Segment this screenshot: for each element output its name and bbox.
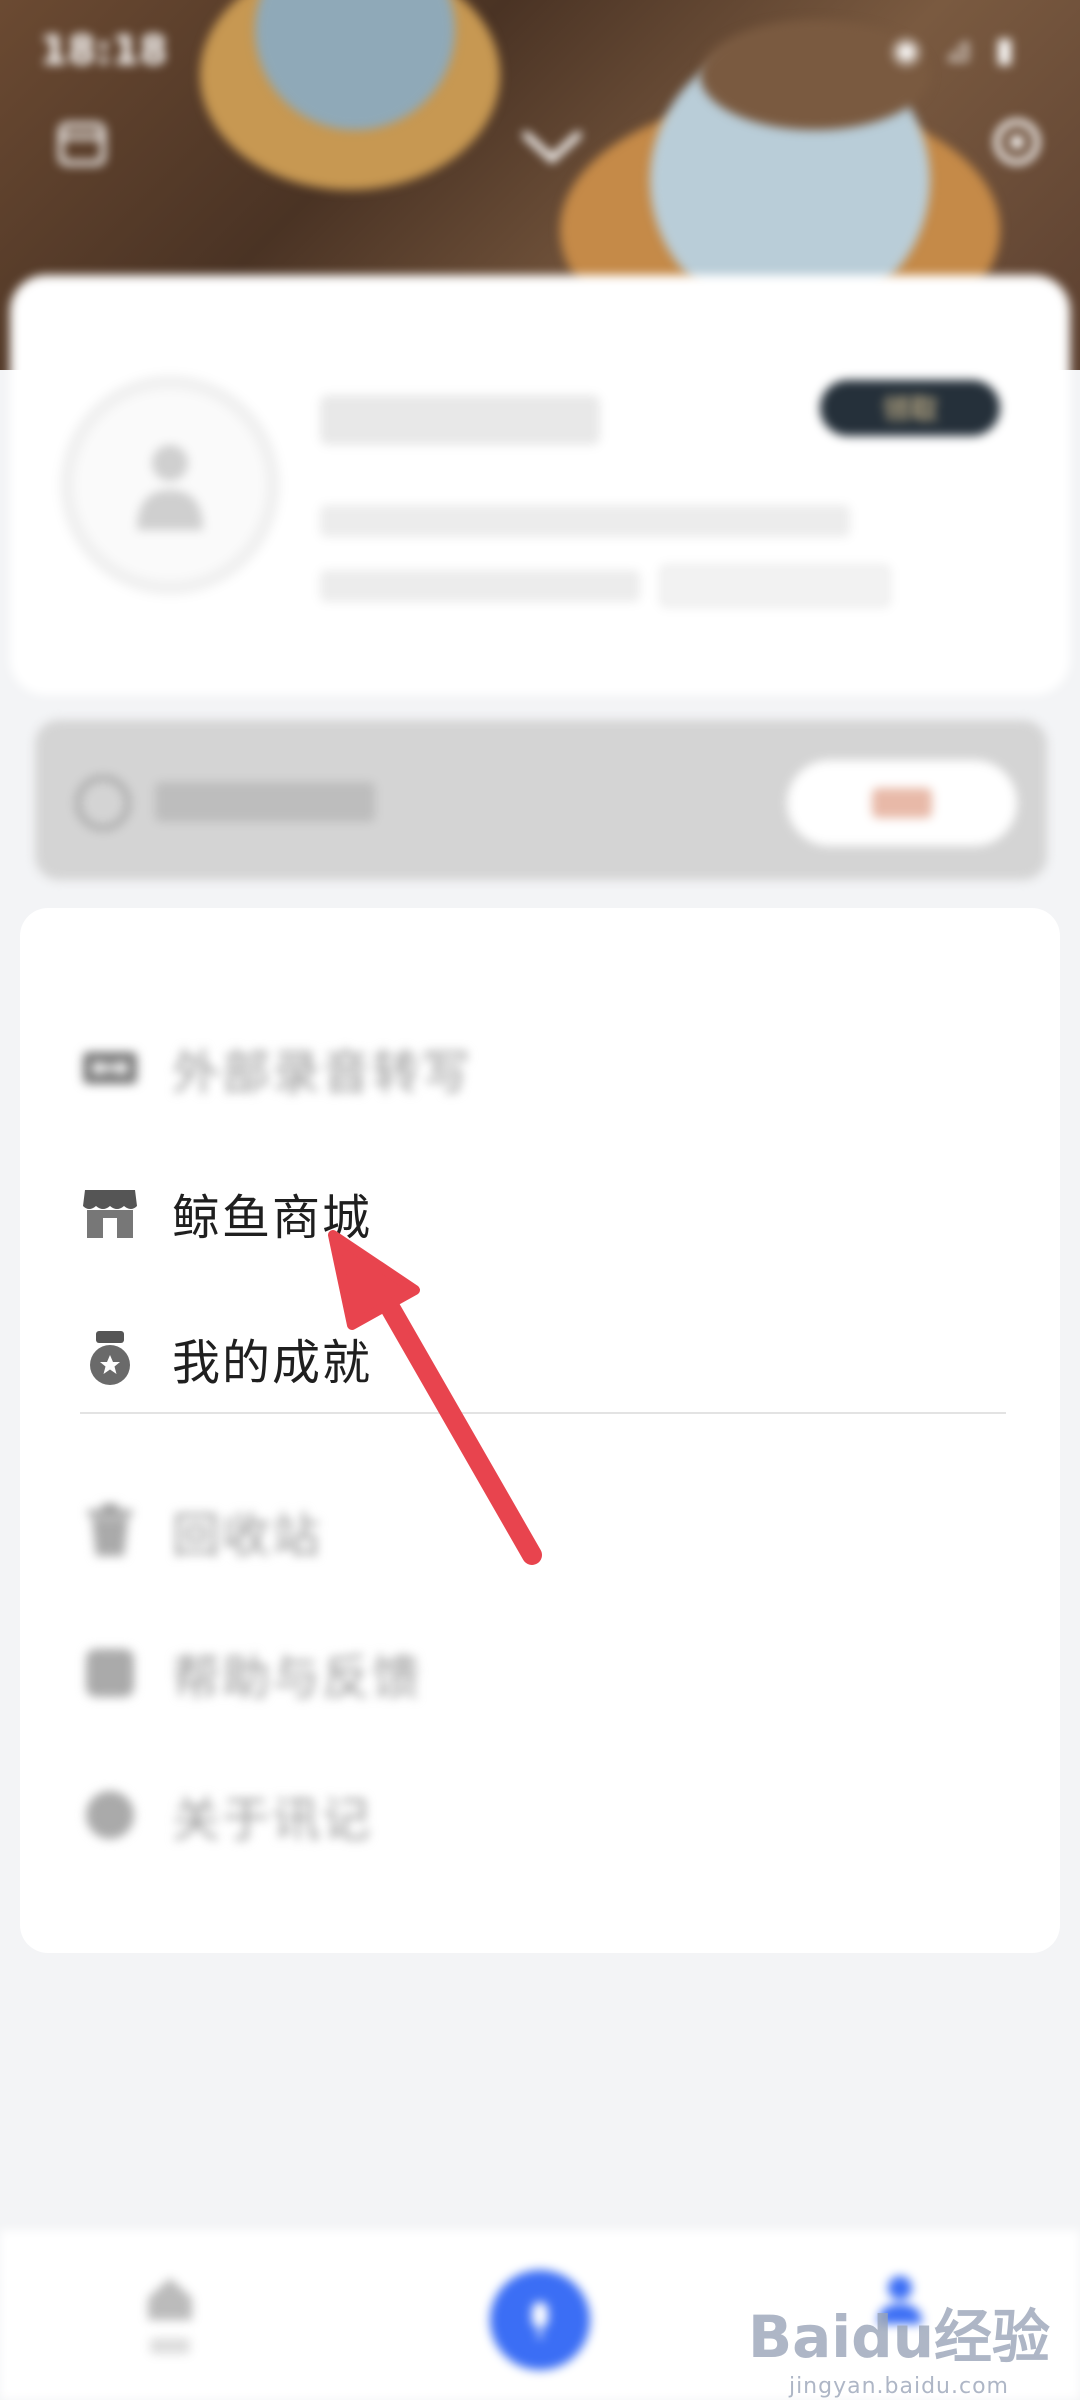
menu-item-help-feedback[interactable]: 帮助与反馈 <box>80 1628 980 1718</box>
info-icon <box>80 1785 140 1845</box>
trash-icon <box>80 1501 140 1561</box>
username-placeholder <box>320 395 600 445</box>
calendar-icon[interactable] <box>50 110 114 174</box>
watermark-url: jingyan.baidu.com <box>788 2374 1009 2399</box>
menu-item-external-transcribe[interactable]: 外部录音转写 <box>80 1023 980 1113</box>
menu-item-label: 我的成就 <box>172 1335 373 1391</box>
profile-stats-line <box>320 570 640 602</box>
vip-button[interactable]: 领取 <box>820 380 1000 436</box>
banner-action-button[interactable] <box>787 760 1017 846</box>
menu-item-label: 外部录音转写 <box>172 1045 473 1101</box>
menu-card: 外部录音转写 鲸鱼商城 我的成就 回收站 帮助与反馈 关于讯记 <box>20 908 1060 1953</box>
menu-item-label: 关于讯记 <box>172 1792 373 1848</box>
menu-item-recycle-bin[interactable]: 回收站 <box>80 1486 980 1576</box>
baidu-watermark: Baidu经验 jingyan.baidu.com <box>748 2290 1050 2399</box>
menu-item-achievements[interactable]: 我的成就 <box>80 1313 980 1403</box>
cassette-icon <box>80 1038 140 1098</box>
menu-item-whale-store[interactable]: 鲸鱼商城 <box>80 1168 980 1258</box>
chevron-down-icon[interactable] <box>520 115 584 179</box>
refresh-icon <box>75 775 131 831</box>
store-icon <box>80 1183 140 1243</box>
profile-info-line <box>320 505 850 537</box>
menu-item-label: 帮助与反馈 <box>172 1650 423 1706</box>
banner-text <box>155 782 375 822</box>
help-icon <box>80 1643 140 1703</box>
menu-item-label: 鲸鱼商城 <box>172 1190 373 1246</box>
menu-item-label: 回收站 <box>172 1508 323 1564</box>
microphone-icon <box>532 2302 548 2338</box>
profile-extra-tag[interactable] <box>660 565 890 607</box>
settings-icon[interactable] <box>985 110 1049 174</box>
nav-tab-home[interactable] <box>140 2268 200 2354</box>
status-indicators: ◉ ⊿ ▮ <box>891 30 1020 70</box>
profile-card[interactable]: 领取 <box>10 275 1070 695</box>
medal-icon <box>80 1328 140 1388</box>
user-silhouette-icon <box>137 445 203 530</box>
avatar[interactable] <box>60 375 280 595</box>
promo-banner[interactable] <box>35 720 1047 880</box>
record-button[interactable] <box>490 2270 590 2370</box>
status-time: 18:18 <box>40 28 168 74</box>
home-icon <box>148 2278 192 2320</box>
menu-item-about[interactable]: 关于讯记 <box>80 1770 980 1860</box>
menu-divider <box>80 1412 1006 1414</box>
watermark-brand: Baidu经验 <box>747 2303 1050 2371</box>
